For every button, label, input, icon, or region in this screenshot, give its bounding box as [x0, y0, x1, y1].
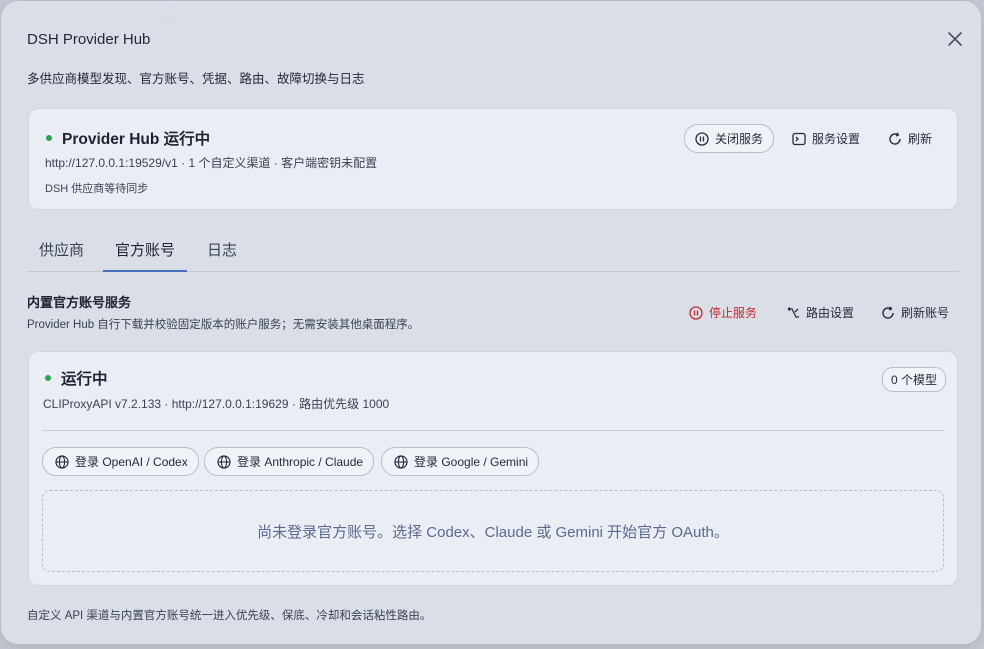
close-icon	[948, 32, 962, 46]
provider-hub-dialog: DSH Provider Hub 多供应商模型发现、官方账号、凭据、路由、故障切…	[0, 0, 982, 645]
pause-circle-icon	[695, 131, 709, 146]
globe-icon	[217, 454, 231, 469]
hub-refresh-label: 刷新	[908, 132, 933, 146]
service-status-heading: 运行中	[45, 367, 108, 389]
empty-accounts-text: 尚未登录官方账号。选择 Codex、Claude 或 Gemini 开始官方 O…	[257, 523, 729, 541]
globe-icon	[394, 454, 408, 469]
service-settings-label: 服务设置	[812, 132, 861, 146]
dialog-subtitle: 多供应商模型发现、官方账号、凭据、路由、故障切换与日志	[27, 72, 365, 86]
refresh-icon	[882, 305, 894, 319]
refresh-accounts-label: 刷新账号	[901, 306, 950, 320]
tab-logs[interactable]: 日志	[195, 239, 249, 270]
login-openai-button[interactable]: 登录 OpenAI / Codex	[42, 447, 199, 476]
route-settings-label: 路由设置	[806, 306, 855, 320]
hub-status-label: Provider Hub 运行中	[62, 131, 211, 148]
service-detail: CLIProxyAPI v7.2.133 · http://127.0.0.1:…	[43, 397, 390, 411]
pause-circle-icon	[689, 305, 703, 320]
hub-status-heading: Provider Hub 运行中	[46, 127, 210, 149]
hub-url-line: http://127.0.0.1:19529/v1 · 1 个自定义渠道 · 客…	[45, 156, 378, 170]
refresh-accounts-button[interactable]: 刷新账号	[881, 304, 949, 321]
stop-hub-label: 关闭服务	[715, 132, 764, 146]
stop-service-label: 停止服务	[709, 306, 758, 320]
hub-status-card: Provider Hub 运行中 http://127.0.0.1:19529/…	[28, 108, 958, 210]
globe-icon	[55, 454, 69, 469]
login-openai-label: 登录 OpenAI / Codex	[75, 455, 188, 469]
close-button[interactable]	[945, 29, 965, 49]
service-status-label: 运行中	[61, 371, 108, 388]
login-google-label: 登录 Google / Gemini	[414, 455, 529, 469]
stop-hub-button[interactable]: 关闭服务	[684, 124, 775, 153]
route-icon	[787, 306, 799, 318]
refresh-icon	[889, 131, 901, 145]
section-description: Provider Hub 自行下载并校验固定版本的账户服务；无需安装其他桌面程序…	[27, 319, 420, 331]
login-anthropic-label: 登录 Anthropic / Claude	[237, 455, 364, 469]
login-google-button[interactable]: 登录 Google / Gemini	[381, 447, 540, 476]
hub-sync-line: DSH 供应商等待同步	[45, 183, 149, 195]
service-settings-button[interactable]: 服务设置	[792, 130, 860, 147]
model-count-badge: 0 个模型	[882, 367, 947, 392]
tab-bar: 供应商 官方账号 日志	[27, 231, 959, 272]
service-card: 运行中 CLIProxyAPI v7.2.133 · http://127.0.…	[28, 351, 958, 586]
divider	[42, 430, 944, 431]
status-dot-icon	[46, 135, 52, 141]
dialog-title: DSH Provider Hub	[27, 31, 151, 48]
login-anthropic-button[interactable]: 登录 Anthropic / Claude	[204, 447, 375, 476]
tab-official-accounts[interactable]: 官方账号	[103, 239, 188, 272]
tab-providers[interactable]: 供应商	[27, 239, 96, 270]
stop-service-button[interactable]: 停止服务	[689, 304, 757, 321]
terminal-icon	[792, 132, 806, 145]
route-settings-button[interactable]: 路由设置	[786, 304, 854, 321]
section-title: 内置官方账号服务	[27, 295, 132, 310]
footer-note: 自定义 API 渠道与内置官方账号统一进入优先级、保底、冷却和会话粘性路由。	[27, 610, 432, 622]
hub-refresh-button[interactable]: 刷新	[888, 130, 932, 147]
empty-accounts-placeholder: 尚未登录官方账号。选择 Codex、Claude 或 Gemini 开始官方 O…	[42, 490, 944, 572]
status-dot-icon	[45, 375, 51, 381]
